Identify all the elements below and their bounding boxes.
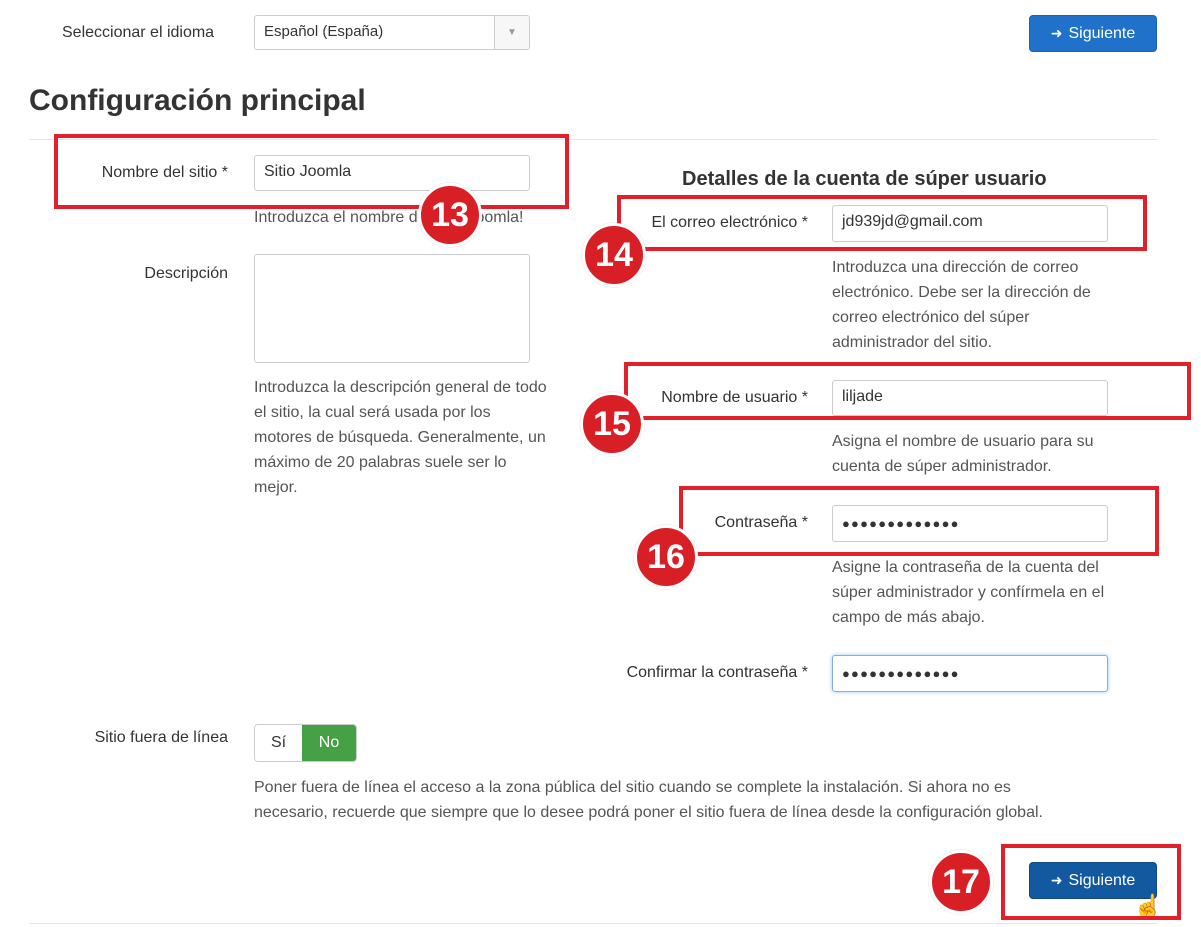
language-select[interactable]: Español (España) ▼ <box>254 15 530 50</box>
email-help-line: correo electrónico del súper <box>832 309 1030 326</box>
offline-help-line: Poner fuera de línea el acceso a la zona… <box>254 779 1011 796</box>
description-help-line: máximo de 20 palabras suele ser lo <box>254 454 507 471</box>
annotation-box-password <box>679 486 1159 556</box>
description-help-line: mejor. <box>254 479 298 496</box>
superuser-heading: Detalles de la cuenta de súper usuario <box>682 168 1047 190</box>
annotation-badge: 13 <box>418 183 482 247</box>
confirm-password-label: Confirmar la contraseña * <box>626 664 808 681</box>
description-label: Descripción <box>144 265 228 282</box>
annotation-box-site-name <box>54 134 569 209</box>
offline-toggle[interactable]: Sí No <box>254 724 357 762</box>
language-select-value: Español (España) <box>264 23 384 40</box>
username-help-line: cuenta de súper administrador. <box>832 458 1052 475</box>
annotation-box-username <box>624 362 1191 420</box>
email-help-line: administrador del sitio. <box>832 334 993 351</box>
chevron-down-icon[interactable]: ▼ <box>494 16 529 49</box>
password-help-line: campo de más abajo. <box>832 609 985 626</box>
confirm-password-input[interactable]: ●●●●●●●●●●●●● <box>832 655 1108 692</box>
password-help: Asigne la contraseña de la cuenta del sú… <box>832 555 1162 630</box>
offline-label: Sitio fuera de línea <box>94 729 228 746</box>
description-help-line: Introduzca la descripción general de tod… <box>254 379 547 396</box>
description-help-line: el sitio, la cual será usada por los <box>254 404 491 421</box>
arrow-right-icon: ➜ <box>1050 25 1063 41</box>
annotation-box-email <box>617 195 1147 251</box>
annotation-box-next <box>1001 844 1181 920</box>
email-help-line: Introduzca una dirección de correo <box>832 259 1079 276</box>
email-help: Introduzca una dirección de correo elect… <box>832 255 1162 355</box>
annotation-badge: 16 <box>634 525 698 589</box>
username-help-line: Asigna el nombre de usuario para su <box>832 433 1094 450</box>
password-help-line: Asigne la contraseña de la cuenta del <box>832 559 1099 576</box>
annotation-badge: 15 <box>580 392 644 456</box>
next-button-top[interactable]: ➜ Siguiente <box>1029 15 1157 52</box>
description-help-line: motores de búsqueda. Generalmente, un <box>254 429 546 446</box>
offline-help-line: necesario, recuerde que siempre que lo d… <box>254 804 1043 821</box>
offline-no-button[interactable]: No <box>302 725 356 761</box>
annotation-badge: 17 <box>929 850 993 914</box>
next-button-top-label: Siguiente <box>1068 24 1136 42</box>
email-help-line: electrónico. Debe ser la dirección de <box>832 284 1091 301</box>
language-label: Seleccionar el idioma <box>62 24 215 41</box>
bottom-divider <box>29 923 1157 924</box>
password-help-line: súper administrador y confírmela en el <box>832 584 1105 601</box>
annotation-badge: 14 <box>582 223 646 287</box>
offline-yes-button[interactable]: Sí <box>255 725 302 761</box>
description-help: Introduzca la descripción general de tod… <box>254 375 584 500</box>
username-help: Asigna el nombre de usuario para su cuen… <box>832 429 1162 479</box>
page-title: Configuración principal <box>29 84 366 117</box>
offline-help: Poner fuera de línea el acceso a la zona… <box>254 775 1154 825</box>
description-textarea[interactable] <box>254 254 530 363</box>
